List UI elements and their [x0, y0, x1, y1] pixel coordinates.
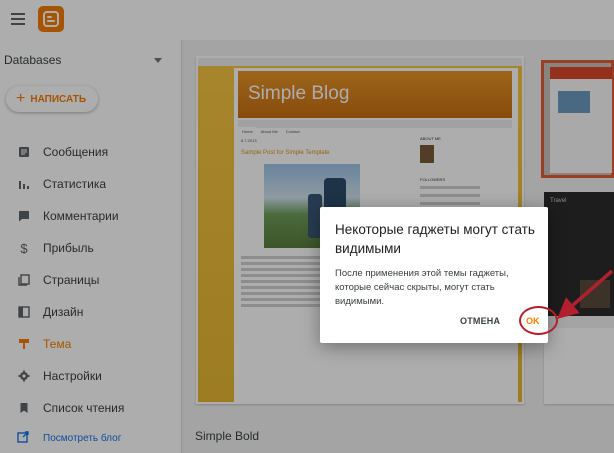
annotation-arrow-icon [557, 269, 614, 319]
